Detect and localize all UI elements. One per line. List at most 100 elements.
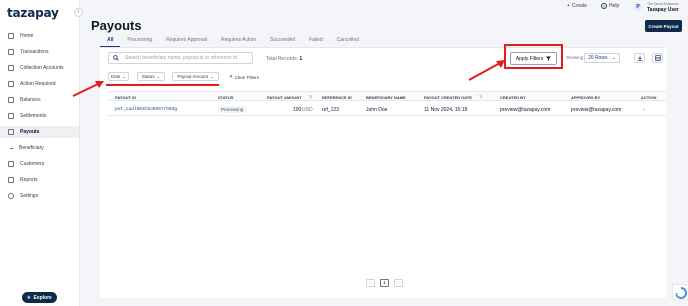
- reference-id: ref_123: [322, 107, 339, 113]
- date-filter[interactable]: Date ⌄: [108, 72, 129, 81]
- clear-filters-button[interactable]: ✕ Clear Filters: [229, 74, 259, 80]
- plus-icon: +: [567, 3, 570, 9]
- tab-cancelled[interactable]: Cancelled: [330, 36, 366, 47]
- tab-processing[interactable]: Processing: [120, 36, 159, 47]
- customers-icon: [8, 161, 14, 167]
- search-input[interactable]: [125, 55, 250, 61]
- apply-filters-button[interactable]: Apply Filters: [510, 52, 557, 65]
- column-header[interactable]: ACTION: [641, 95, 656, 100]
- close-icon: ✕: [229, 74, 233, 79]
- user-name[interactable]: Tazapay User: [647, 7, 679, 13]
- beneficiary-name: John Doe: [366, 107, 388, 113]
- column-header[interactable]: PAYOUT ID: [115, 95, 136, 100]
- sidebar-item-balances[interactable]: Balances: [0, 94, 79, 106]
- column-header[interactable]: PAYOUT AMOUNT: [267, 95, 302, 100]
- sidebar-item-payouts[interactable]: Payouts: [0, 126, 79, 138]
- status-badge: Processing: [218, 106, 247, 113]
- tab-succeeded[interactable]: Succeeded: [263, 36, 302, 47]
- sidebar-item-label: Reports: [20, 177, 38, 183]
- table-header: PAYOUT ID STATUS PAYOUT AMOUNT ⇅ REFEREN…: [108, 91, 666, 101]
- page-number-button[interactable]: 1: [380, 279, 389, 287]
- prev-page-button[interactable]: ‹: [366, 279, 375, 287]
- sidebar-nav: Home Transactions Collection Accounts Ac…: [0, 30, 79, 206]
- column-header[interactable]: APPROVED BY: [571, 95, 600, 100]
- tab-requires-approval[interactable]: Requires Approval: [159, 36, 214, 47]
- recaptcha-icon: [675, 286, 688, 299]
- search-icon: [113, 55, 119, 61]
- chevron-down-icon: ⌄: [156, 73, 161, 79]
- showing-label: Showing: [566, 55, 584, 60]
- sidebar-item-transactions[interactable]: Transactions: [0, 46, 79, 58]
- table-row[interactable]: pot_cadl603tbo9657rb03g Processing 100 U…: [108, 102, 666, 116]
- sidebar-item-label: Settings: [20, 193, 39, 199]
- total-records-count: 1: [299, 56, 303, 62]
- home-icon: [8, 33, 14, 39]
- sidebar-item-collection-accounts[interactable]: Collection Accounts: [0, 62, 79, 74]
- columns-button[interactable]: [652, 53, 663, 63]
- action-required-icon: [8, 81, 14, 87]
- row-action[interactable]: -: [643, 107, 645, 113]
- sidebar-item-customers[interactable]: Customers: [0, 158, 79, 170]
- filter-icon: [546, 56, 552, 61]
- column-header[interactable]: BENEFICIARY NAME: [366, 95, 406, 100]
- sidebar-item-settlements[interactable]: Settlements: [0, 110, 79, 122]
- sidebar-item-label: Action Required: [20, 81, 56, 87]
- column-header[interactable]: STATUS: [218, 95, 233, 100]
- payout-amount-filter[interactable]: Payout Amount ⌄: [172, 72, 219, 81]
- avatar[interactable]: P: [634, 3, 642, 11]
- balances-icon: [8, 97, 14, 103]
- sidebar-item-label: Settlements: [20, 113, 47, 119]
- page-title: Payouts: [91, 18, 142, 33]
- sidebar: tazapay ‹ Home Transactions Collection A…: [0, 0, 83, 306]
- column-header[interactable]: CREATED BY: [500, 95, 526, 100]
- status-filter[interactable]: Status ⌄: [137, 72, 165, 81]
- sidebar-item-beneficiary[interactable]: Beneficiary: [0, 142, 79, 154]
- sidebar-item-label: Collection Accounts: [20, 65, 64, 71]
- sidebar-item-action-required[interactable]: Action Required: [0, 78, 79, 90]
- rows-per-page-select[interactable]: 20 Rows ⌄: [584, 53, 620, 63]
- payout-amount: 100: [293, 107, 302, 113]
- create-button[interactable]: + Create: [567, 3, 587, 9]
- sidebar-item-label: Payouts: [20, 129, 40, 135]
- reports-icon: [8, 177, 14, 183]
- tab-requires-action[interactable]: Requires Action: [214, 36, 263, 47]
- explore-icon: ⟡: [27, 294, 31, 301]
- next-page-button[interactable]: ›: [394, 279, 403, 287]
- sidebar-item-settings[interactable]: Settings: [0, 190, 79, 202]
- download-button[interactable]: [634, 53, 645, 63]
- sidebar-item-home[interactable]: Home: [0, 30, 79, 42]
- approved-by: preview@tazapay.com: [571, 107, 622, 113]
- transactions-icon: [8, 49, 14, 55]
- chevron-down-icon: ⌄: [611, 55, 616, 61]
- total-records: Total Records: 1: [266, 56, 303, 62]
- sidebar-item-label: Beneficiary: [19, 145, 44, 151]
- topbar: [80, 0, 688, 14]
- tab-all[interactable]: All: [100, 36, 121, 47]
- create-payout-button[interactable]: Create Payout: [645, 20, 682, 32]
- dash-icon: [10, 147, 13, 149]
- sidebar-item-label: Transactions: [20, 49, 49, 55]
- search-box[interactable]: [108, 52, 253, 64]
- help-button[interactable]: ? Help: [601, 3, 619, 9]
- settings-icon: [8, 193, 14, 199]
- column-header[interactable]: PAYOUT CREATED DATE: [424, 95, 472, 100]
- payout-id[interactable]: pot_cadl603tbo9657rb03g: [115, 107, 177, 112]
- created-date: 11 Nov 2024, 15:18: [424, 107, 468, 113]
- column-header[interactable]: REFERENCE ID: [322, 95, 352, 100]
- payouts-icon: [8, 129, 14, 135]
- chevron-down-icon: ⌄: [209, 73, 214, 79]
- annotation-underline: [106, 84, 219, 86]
- sidebar-item-label: Customers: [20, 161, 45, 167]
- sort-icon[interactable]: ⇅: [479, 94, 482, 99]
- recaptcha-badge[interactable]: [672, 284, 688, 300]
- business-name: The Demo Business: [647, 2, 679, 6]
- collection-accounts-icon: [8, 65, 14, 71]
- created-by: preview@tazapay.com: [500, 107, 551, 113]
- collapse-sidebar-button[interactable]: ‹: [74, 8, 83, 17]
- sidebar-item-reports[interactable]: Reports: [0, 174, 79, 186]
- explore-button[interactable]: ⟡ Explore: [22, 292, 57, 303]
- sort-icon[interactable]: ⇅: [309, 94, 312, 99]
- chevron-down-icon: ⌄: [122, 73, 127, 79]
- tab-failed[interactable]: Failed: [302, 36, 330, 47]
- tazapay-logo[interactable]: tazapay: [7, 6, 59, 20]
